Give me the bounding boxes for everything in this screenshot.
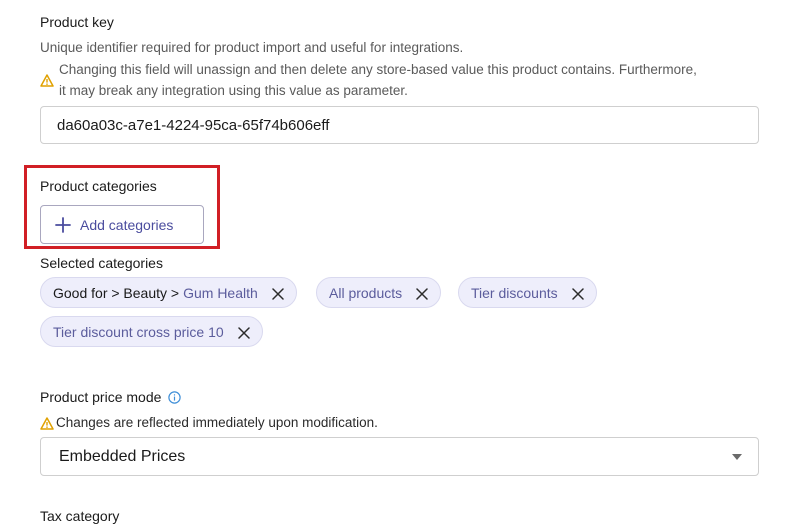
product-key-warning-line2: it may break any integration using this … bbox=[59, 83, 408, 98]
product-categories-label: Product categories bbox=[40, 178, 157, 194]
warning-icon bbox=[40, 416, 54, 434]
chevron-down-icon bbox=[732, 453, 742, 460]
plus-icon bbox=[55, 216, 71, 233]
price-mode-select[interactable]: Embedded Prices bbox=[40, 437, 759, 476]
chip-path: Good for > Beauty > bbox=[53, 284, 180, 301]
category-chip: All products bbox=[316, 277, 442, 308]
chip-label: All products bbox=[329, 284, 403, 301]
product-key-warning-line1: Changing this field will unassign and th… bbox=[59, 62, 697, 77]
price-mode-label-row: Product price mode bbox=[40, 389, 182, 405]
category-chip: Good for > Beauty > Gum Health bbox=[40, 277, 297, 308]
tax-category-label: Tax category bbox=[40, 508, 120, 524]
selected-categories-label: Selected categories bbox=[40, 255, 163, 271]
chip-label: Tier discount cross price 10 bbox=[53, 323, 224, 340]
chip-label: Gum Health bbox=[183, 284, 258, 301]
close-icon[interactable] bbox=[272, 287, 284, 300]
close-icon[interactable] bbox=[237, 326, 250, 339]
product-key-help: Unique identifier required for product i… bbox=[40, 40, 464, 55]
warning-icon bbox=[40, 73, 54, 91]
product-key-label: Product key bbox=[40, 14, 114, 30]
price-mode-selected: Embedded Prices bbox=[59, 447, 186, 465]
add-categories-label: Add categories bbox=[80, 216, 174, 233]
product-key-input[interactable] bbox=[40, 106, 759, 144]
price-mode-warning: Changes are reflected immediately upon m… bbox=[56, 415, 378, 430]
info-icon[interactable] bbox=[168, 390, 182, 404]
category-chip: Tier discounts bbox=[458, 277, 597, 308]
category-chip: Tier discount cross price 10 bbox=[40, 316, 263, 347]
add-categories-button[interactable]: Add categories bbox=[40, 205, 204, 244]
close-icon[interactable] bbox=[416, 287, 428, 300]
chip-label: Tier discounts bbox=[471, 284, 558, 301]
price-mode-label: Product price mode bbox=[40, 389, 162, 405]
close-icon[interactable] bbox=[571, 287, 584, 300]
